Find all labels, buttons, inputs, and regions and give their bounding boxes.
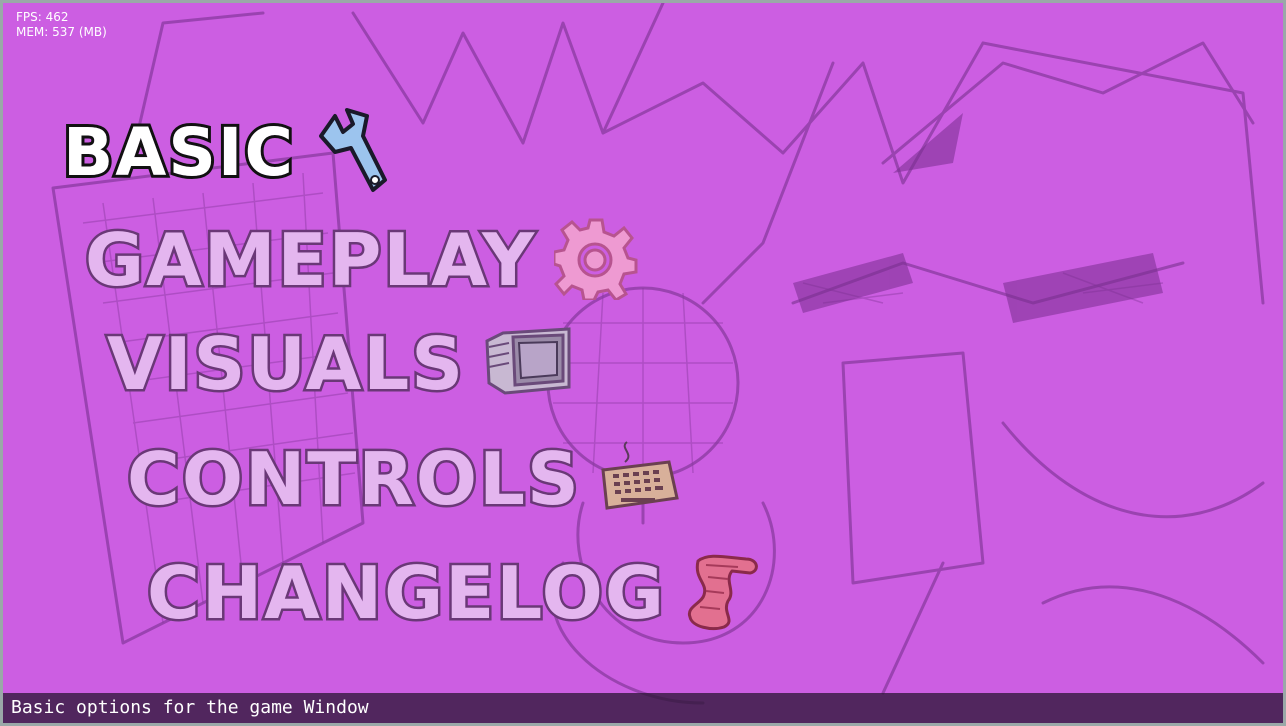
menu-item-gameplay[interactable]: GAMEPLAY: [82, 216, 638, 304]
description-bar: Basic options for the game Window: [3, 693, 1283, 723]
menu-item-label: CONTROLS: [125, 437, 582, 521]
menu-item-label: VISUALS: [104, 322, 466, 406]
wrench-icon: [313, 106, 393, 200]
options-screen: FPS: 462 MEM: 537 (MB) BASIC GAMEPLAY VI…: [3, 3, 1283, 723]
menu-item-label: CHANGELOG: [145, 551, 667, 635]
memory-counter: MEM: 537 (MB): [16, 25, 107, 39]
monitor-icon: [483, 327, 573, 401]
scroll-icon: [684, 551, 764, 635]
menu-item-label: GAMEPLAY: [82, 218, 537, 302]
gear-icon: [552, 216, 638, 304]
performance-overlay: FPS: 462 MEM: 537 (MB): [16, 10, 107, 40]
fps-counter: FPS: 462: [16, 10, 69, 24]
menu-item-visuals[interactable]: VISUALS: [104, 322, 573, 406]
menu-item-changelog[interactable]: CHANGELOG: [145, 551, 764, 635]
menu-item-basic[interactable]: BASIC: [60, 106, 393, 200]
option-description: Basic options for the game Window: [11, 697, 369, 718]
menu-item-controls[interactable]: CONTROLS: [125, 437, 679, 521]
keyboard-icon: [599, 440, 679, 518]
menu-item-label: BASIC: [60, 114, 296, 191]
